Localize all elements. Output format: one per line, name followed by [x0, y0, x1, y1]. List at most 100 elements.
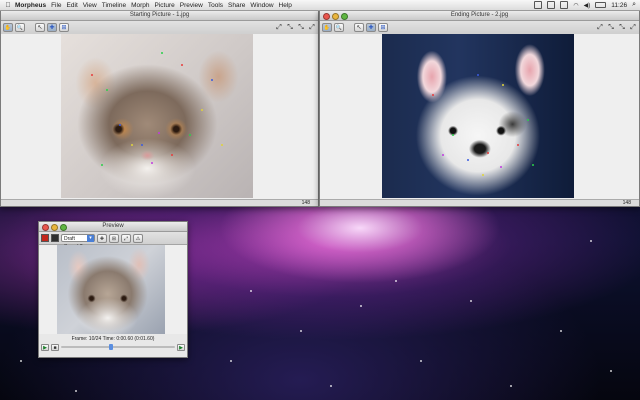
minimize-button[interactable]	[332, 12, 339, 20]
select-tool-button[interactable]: ↖	[35, 23, 45, 32]
zoom-in-icon[interactable]: ⤢	[275, 24, 283, 32]
menu-file[interactable]: File	[51, 2, 66, 9]
morph-point[interactable]	[432, 94, 434, 96]
add-point-tool-button[interactable]: ✚	[47, 23, 57, 32]
ending-picture-canvas[interactable]	[320, 34, 639, 199]
show-lines-button[interactable]: ⊞	[109, 233, 119, 243]
zoom-tool-button[interactable]: 🔍	[15, 23, 25, 32]
wifi-icon[interactable]: ◠	[573, 2, 578, 9]
clock[interactable]: 11:26	[611, 2, 627, 9]
morph-point[interactable]	[467, 159, 469, 161]
morph-point[interactable]	[189, 134, 191, 136]
zoom-fit-icon[interactable]: ⤡	[618, 24, 626, 32]
morph-point[interactable]	[171, 154, 173, 156]
morph-point[interactable]	[221, 144, 223, 146]
menu-view[interactable]: View	[83, 2, 102, 9]
timeline-slider-thumb[interactable]	[108, 344, 113, 350]
preview-image	[57, 245, 165, 334]
warning-icon: ⚠	[135, 235, 141, 242]
morph-point[interactable]	[500, 166, 502, 168]
hand-tool-button[interactable]: ✋	[322, 23, 332, 32]
apple-menu-icon[interactable]: 	[3, 2, 13, 9]
morph-point[interactable]	[517, 144, 519, 146]
zoom-tool-button[interactable]: 🔍	[334, 23, 344, 32]
menu-help[interactable]: Help	[279, 2, 297, 9]
arrow-icon: ↖	[37, 25, 43, 31]
warp-button[interactable]: ⤢	[121, 233, 131, 243]
morph-point[interactable]	[151, 162, 153, 164]
menu-morpheus[interactable]: Morpheus	[13, 2, 51, 9]
select-tool-button[interactable]: ↖	[354, 23, 364, 32]
menu-morph[interactable]: Morph	[131, 2, 154, 9]
group-tool-button[interactable]: ⊞	[378, 23, 388, 32]
hand-icon: ✋	[323, 25, 331, 31]
show-points-button[interactable]: ✚	[97, 233, 107, 243]
record-button[interactable]	[41, 234, 49, 242]
morph-point[interactable]	[119, 124, 121, 126]
play-button[interactable]: ▶	[41, 343, 49, 351]
starting-picture-titlebar[interactable]: Starting Picture - 1.jpg	[1, 11, 318, 21]
morph-point[interactable]	[131, 144, 133, 146]
starting-picture-statusbar: 148	[1, 199, 318, 206]
menu-timeline[interactable]: Timeline	[102, 2, 131, 9]
morph-point[interactable]	[161, 52, 163, 54]
volume-icon[interactable]: ◀)	[584, 2, 591, 9]
timeline-slider[interactable]	[61, 344, 175, 350]
menu-preview[interactable]: Preview	[180, 2, 208, 9]
morph-point[interactable]	[442, 154, 444, 156]
starting-picture-image[interactable]	[61, 34, 253, 198]
hand-tool-button[interactable]: ✋	[3, 23, 13, 32]
battery-icon[interactable]	[595, 2, 607, 8]
starting-picture-title: Starting Picture - 1.jpg	[129, 12, 190, 18]
morph-point[interactable]	[502, 84, 504, 86]
zoom-icon: 🔍	[16, 25, 24, 31]
actual-size-icon[interactable]: ⤢	[308, 24, 316, 32]
menu-picture[interactable]: Picture	[155, 2, 180, 9]
morph-point[interactable]	[91, 74, 93, 76]
menu-window[interactable]: Window	[250, 2, 278, 9]
menu-edit[interactable]: Edit	[67, 2, 83, 9]
morph-point[interactable]	[487, 152, 489, 154]
ending-picture-image[interactable]	[382, 34, 574, 198]
zoom-out-icon[interactable]: ⤡	[286, 24, 294, 32]
menu-tools[interactable]: Tools	[208, 2, 228, 9]
morph-point[interactable]	[141, 144, 143, 146]
morph-point[interactable]	[532, 164, 534, 166]
ending-picture-titlebar[interactable]: Ending Picture - 2.jpg	[320, 11, 639, 21]
spotlight-search-icon[interactable]: ⌕	[632, 1, 636, 9]
morph-point[interactable]	[101, 164, 103, 166]
zoom-fit-icon[interactable]: ⤡	[297, 24, 305, 32]
loop-button[interactable]: ▶	[177, 343, 185, 351]
playback-bar: ▶ ■ ▶	[39, 342, 187, 352]
add-point-tool-button[interactable]: ✚	[366, 23, 376, 32]
zoom-in-icon[interactable]: ⤢	[596, 24, 604, 32]
preview-canvas[interactable]	[39, 245, 187, 334]
preview-close-button[interactable]	[42, 223, 49, 231]
group-tool-button[interactable]: ⊞	[59, 23, 69, 32]
menu-share[interactable]: Share	[228, 2, 250, 9]
actual-size-icon[interactable]: ⤢	[629, 24, 637, 32]
menu-extra-icon[interactable]	[534, 1, 543, 9]
morph-point[interactable]	[201, 109, 203, 111]
background-color-button[interactable]	[51, 234, 59, 242]
preview-minimize-button[interactable]	[51, 223, 58, 231]
bluetooth-icon[interactable]	[547, 1, 556, 9]
preview-zoom-button[interactable]	[60, 223, 67, 231]
close-button[interactable]	[323, 12, 330, 20]
morph-point[interactable]	[477, 74, 479, 76]
time-machine-icon[interactable]	[560, 1, 569, 9]
morph-point[interactable]	[181, 64, 183, 66]
morph-point[interactable]	[106, 89, 108, 91]
morph-point[interactable]	[482, 174, 484, 176]
morph-point[interactable]	[527, 119, 529, 121]
preview-titlebar[interactable]: Preview	[39, 222, 187, 232]
starting-picture-canvas[interactable]	[1, 34, 318, 199]
stop-button[interactable]: ■	[51, 343, 59, 351]
morph-point[interactable]	[452, 134, 454, 136]
warning-button[interactable]: ⚠	[133, 233, 143, 243]
speed-select[interactable]: Draft Speed 2 ▾	[61, 234, 95, 250]
zoom-out-icon[interactable]: ⤡	[607, 24, 615, 32]
zoom-button[interactable]	[341, 12, 348, 20]
morph-point[interactable]	[211, 79, 213, 81]
morph-point[interactable]	[158, 132, 160, 134]
